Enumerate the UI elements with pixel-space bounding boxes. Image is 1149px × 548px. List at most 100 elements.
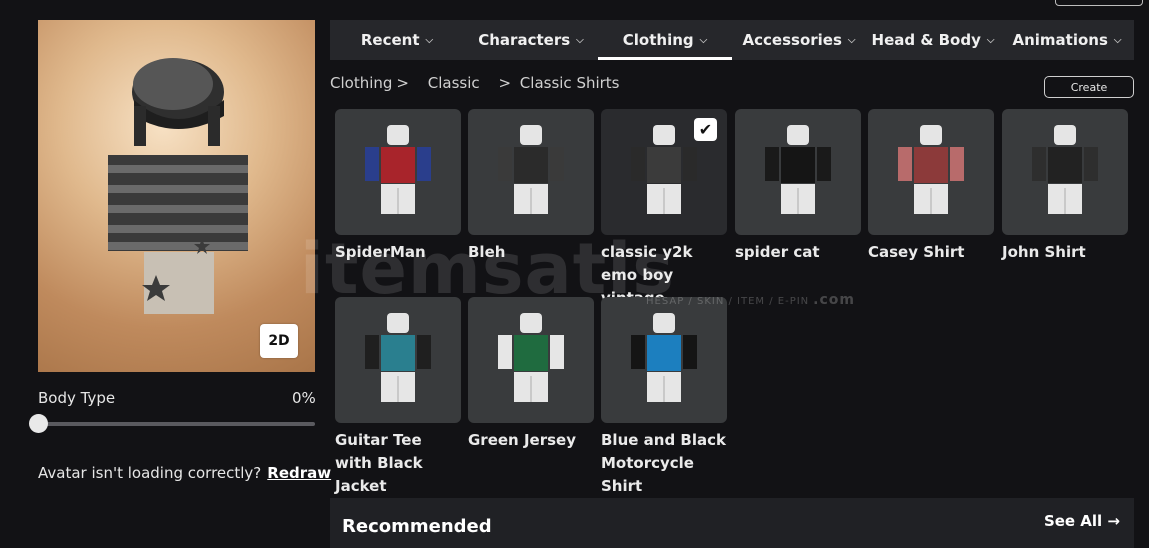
item-card[interactable]: Bleh — [468, 109, 595, 264]
breadcrumb-clothing[interactable]: Clothing — [330, 74, 392, 92]
item-figure — [601, 297, 727, 423]
breadcrumb-separator: > — [396, 74, 409, 92]
item-name[interactable]: Blue and Black Motorcycle Shirt — [601, 429, 728, 498]
item-card[interactable]: Green Jersey — [468, 297, 595, 452]
item-figure — [868, 109, 994, 235]
item-name[interactable]: spider cat — [735, 241, 862, 264]
item-card[interactable]: Guitar Tee with Black Jacket — [335, 297, 462, 498]
chevron-down-icon: ⌵ — [425, 34, 434, 46]
figure-head — [520, 125, 542, 145]
item-card[interactable]: spider cat — [735, 109, 862, 264]
chevron-down-icon: ⌵ — [1113, 34, 1122, 46]
figure-torso — [381, 147, 415, 183]
checkmark-icon[interactable]: ✔ — [694, 118, 717, 141]
tab-label: Clothing — [622, 31, 694, 49]
watermark-subtext: HESAP / SKIN / ITEM / E-PIN .com — [646, 292, 855, 308]
chevron-down-icon: ⌵ — [986, 34, 995, 46]
item-thumbnail[interactable] — [335, 109, 461, 235]
item-name[interactable]: Guitar Tee with Black Jacket — [335, 429, 462, 498]
figure-head — [653, 313, 675, 333]
tab-label: Accessories — [742, 31, 842, 49]
item-thumbnail[interactable] — [335, 297, 461, 423]
figure-arm — [950, 147, 964, 181]
redraw-link[interactable]: Redraw — [267, 464, 331, 482]
figure-torso — [514, 335, 548, 371]
figure-torso — [381, 335, 415, 371]
breadcrumb-separator: > — [498, 74, 512, 92]
toggle-2d-button[interactable]: 2D — [260, 324, 298, 358]
tab-label: Head & Body — [871, 31, 981, 49]
body-type-slider-track[interactable] — [38, 422, 315, 426]
avatar-preview[interactable]: 2D — [38, 20, 315, 372]
tab-label: Recent — [360, 31, 420, 49]
watermark-suffix: .com — [813, 292, 855, 308]
tab-clothing[interactable]: Clothing ⌵ — [598, 20, 732, 60]
figure-legs — [647, 372, 681, 402]
figure-torso — [514, 147, 548, 183]
item-name[interactable]: SpiderMan — [335, 241, 462, 264]
item-figure — [335, 109, 461, 235]
figure-torso — [647, 335, 681, 371]
breadcrumb-classic[interactable]: Classic — [428, 74, 480, 92]
item-thumbnail[interactable] — [1002, 109, 1128, 235]
figure-head — [387, 125, 409, 145]
figure-arm — [631, 147, 645, 181]
figure-head — [653, 125, 675, 145]
item-figure — [468, 297, 594, 423]
avatar-figure — [108, 58, 248, 314]
item-thumbnail[interactable] — [468, 297, 594, 423]
item-name[interactable]: Casey Shirt — [868, 241, 995, 264]
item-name[interactable]: Bleh — [468, 241, 595, 264]
item-card[interactable]: John Shirt — [1002, 109, 1129, 264]
chevron-down-icon: ⌵ — [699, 34, 708, 46]
see-all-link[interactable]: See All → — [1044, 512, 1120, 530]
item-card[interactable]: Blue and Black Motorcycle Shirt — [601, 297, 728, 498]
item-name[interactable]: John Shirt — [1002, 241, 1129, 264]
body-type-slider-thumb[interactable] — [29, 414, 48, 433]
item-thumbnail[interactable] — [601, 297, 727, 423]
figure-torso — [1048, 147, 1082, 183]
item-figure — [735, 109, 861, 235]
figure-legs — [514, 372, 548, 402]
figure-arm — [765, 147, 779, 181]
tab-animations[interactable]: Animations ⌵ — [1000, 20, 1134, 60]
create-button[interactable]: Create — [1044, 76, 1134, 98]
figure-head — [920, 125, 942, 145]
item-thumbnail[interactable] — [468, 109, 594, 235]
recommended-section: Recommended See All → — [330, 498, 1134, 548]
figure-legs — [381, 184, 415, 214]
tab-characters[interactable]: Characters ⌵ — [464, 20, 598, 60]
item-name[interactable]: Green Jersey — [468, 429, 595, 452]
item-card[interactable]: ✔classic y2k emo boy vintage... — [601, 109, 728, 310]
tab-head-body[interactable]: Head & Body ⌵ — [866, 20, 1000, 60]
figure-arm — [898, 147, 912, 181]
figure-arm — [417, 147, 431, 181]
top-cut-button[interactable] — [1055, 0, 1143, 6]
tab-accessories[interactable]: Accessories ⌵ — [732, 20, 866, 60]
item-figure — [1002, 109, 1128, 235]
figure-head — [787, 125, 809, 145]
figure-head — [1054, 125, 1076, 145]
item-figure — [335, 297, 461, 423]
item-card[interactable]: Casey Shirt — [868, 109, 995, 264]
figure-arm — [817, 147, 831, 181]
loading-issue-text: Avatar isn't loading correctly? — [38, 464, 262, 482]
figure-torso — [647, 147, 681, 183]
figure-arm — [498, 335, 512, 369]
figure-head — [387, 313, 409, 333]
body-type-value: 0% — [292, 389, 316, 407]
figure-arm — [683, 147, 697, 181]
item-thumbnail[interactable] — [868, 109, 994, 235]
item-figure — [468, 109, 594, 235]
item-thumbnail[interactable] — [735, 109, 861, 235]
tab-recent[interactable]: Recent ⌵ — [330, 20, 464, 60]
category-tabs: Recent ⌵ Characters ⌵ Clothing ⌵ Accessorie… — [330, 20, 1134, 60]
figure-arm — [550, 147, 564, 181]
figure-head — [520, 313, 542, 333]
loading-issue-line: Avatar isn't loading correctly? Redraw — [38, 464, 331, 482]
figure-legs — [647, 184, 681, 214]
item-thumbnail[interactable]: ✔ — [601, 109, 727, 235]
figure-arm — [365, 147, 379, 181]
body-type-label: Body Type — [38, 389, 116, 407]
item-card[interactable]: SpiderMan — [335, 109, 462, 264]
